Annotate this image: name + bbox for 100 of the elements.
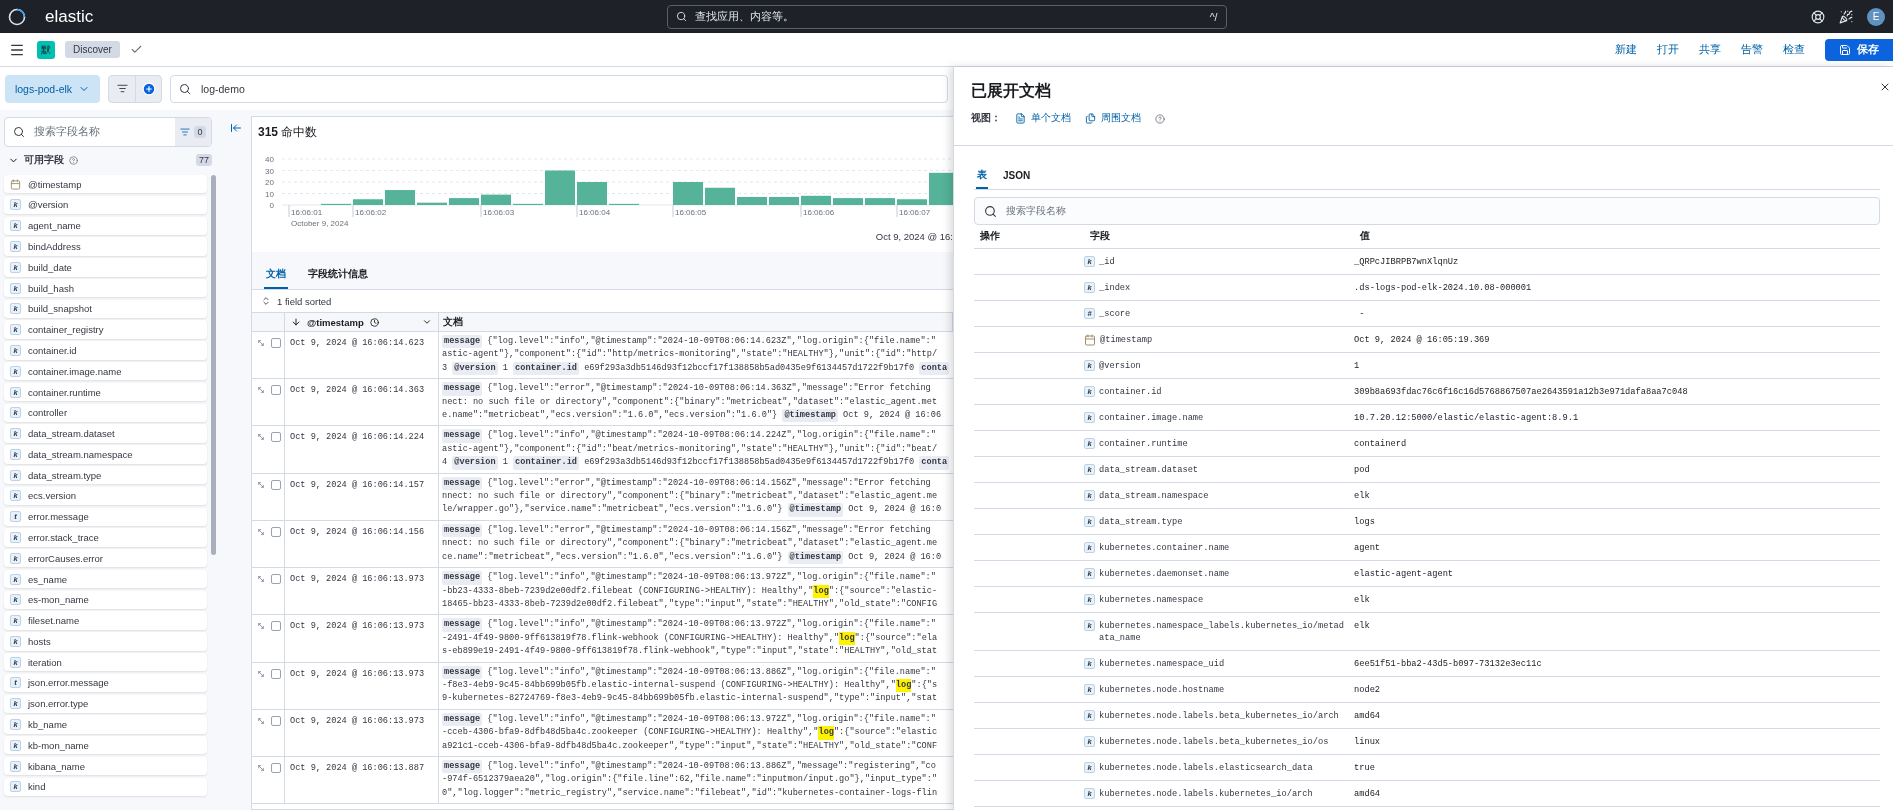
nav-link[interactable]: 告警 bbox=[1741, 42, 1763, 57]
logo-icon[interactable] bbox=[8, 7, 26, 26]
histogram-bar[interactable] bbox=[481, 194, 511, 205]
highlighted-match: log bbox=[895, 678, 912, 693]
row-checkbox[interactable] bbox=[271, 668, 281, 679]
row-checkbox[interactable] bbox=[271, 715, 281, 726]
field-search-field[interactable]: 搜索字段名称 bbox=[5, 125, 175, 139]
column-header[interactable]: @timestamp bbox=[307, 316, 364, 328]
sort-icon[interactable] bbox=[261, 296, 271, 306]
documents-icon bbox=[1085, 113, 1096, 124]
expand-icon[interactable] bbox=[257, 574, 265, 585]
sort-descending-icon[interactable] bbox=[291, 317, 301, 327]
data-view-picker[interactable]: logs-pod-elk bbox=[5, 74, 100, 103]
field-name-tag: @version bbox=[452, 456, 498, 470]
field-name: kubernetes.daemonset.name bbox=[1099, 568, 1230, 580]
timestamp-cell-text: Oct 9, 2024 @ 16:06:14.224 bbox=[290, 431, 425, 443]
row-checkbox[interactable] bbox=[271, 479, 281, 490]
timestamp-cell-text: Oct 9, 2024 @ 16:06:14.623 bbox=[290, 337, 425, 348]
row-checkbox[interactable] bbox=[271, 621, 281, 632]
histogram-bar[interactable] bbox=[353, 199, 383, 205]
row-checkbox[interactable] bbox=[271, 574, 281, 585]
field-name: container.runtime bbox=[1099, 438, 1188, 450]
field-value: 309b8a693fdac76c6f16c16d5768867507ae2643591a12b3e971dafa8aa7c048 bbox=[1354, 386, 1689, 398]
timestamp-cell-text: Oct 9, 2024 @ 16:06:13.973 bbox=[290, 620, 425, 632]
field-name-tag: message bbox=[442, 712, 483, 727]
row-checkbox[interactable] bbox=[271, 338, 281, 348]
search-field[interactable]: 查找应用、内容等。 ^/ bbox=[666, 4, 1227, 29]
field-name-tag: message bbox=[442, 618, 483, 632]
field-name: container.image.name bbox=[1099, 412, 1204, 424]
row-checkbox[interactable] bbox=[271, 526, 281, 537]
section-title: 可用字段 bbox=[24, 153, 64, 167]
close-icon[interactable] bbox=[1879, 81, 1891, 93]
collapse-icon[interactable] bbox=[229, 122, 242, 134]
space-avatar[interactable]: 默 bbox=[37, 40, 55, 59]
document-text: Oct 9, 2024 @ 16:06 bbox=[842, 409, 942, 423]
expand-icon[interactable] bbox=[257, 338, 265, 348]
document-text: nnect: no such file or directory","component":{"binary":"metricbeat","dataset":"elastic_agent.me bbox=[442, 537, 938, 551]
row-checkbox[interactable] bbox=[271, 762, 281, 773]
row-checkbox[interactable] bbox=[271, 432, 281, 443]
column-header[interactable]: 文档 bbox=[443, 315, 463, 329]
expand-icon[interactable] bbox=[257, 668, 265, 679]
axis-label: October 9, 2024 bbox=[291, 219, 349, 228]
query-field[interactable]: log-demo bbox=[170, 74, 948, 103]
histogram-bar[interactable] bbox=[737, 196, 767, 205]
document-text: nect: no such file or directory","component":{"binary":"metricbeat","dataset":"elastic_agent.met bbox=[442, 395, 938, 409]
axis-label: 16:06:01 bbox=[291, 208, 323, 217]
field-name: _id bbox=[1099, 256, 1115, 268]
nav-link[interactable]: 检查 bbox=[1783, 42, 1805, 57]
clock-icon bbox=[369, 317, 379, 327]
chevron-down-icon[interactable] bbox=[422, 317, 432, 327]
document-text: {"log.level":"info","@timestamp":"2024-10-09T08:06:13.972Z","log.origin":{"file.name":" bbox=[486, 618, 936, 632]
expand-icon[interactable] bbox=[257, 432, 265, 443]
document-text: e69f293a3db5146d93f12bccf17f138858b5ad0435e9f6134457d1722f9b17f0 bbox=[583, 456, 916, 470]
expand-icon[interactable] bbox=[257, 479, 265, 490]
expand-icon[interactable] bbox=[257, 526, 265, 537]
tab[interactable]: 表 bbox=[976, 166, 988, 189]
field-filter-button[interactable]: 0 bbox=[175, 118, 211, 146]
filter-icon bbox=[180, 127, 191, 137]
tab[interactable]: 字段统计信息 bbox=[306, 262, 370, 289]
party-popper-icon[interactable] bbox=[1839, 9, 1853, 24]
view-link[interactable]: 周围文档 bbox=[1085, 112, 1141, 125]
histogram-bar[interactable] bbox=[705, 187, 735, 205]
histogram-bar[interactable] bbox=[769, 196, 799, 205]
scrollbar-thumb[interactable] bbox=[211, 175, 216, 555]
nav-link[interactable]: 打开 bbox=[1657, 42, 1679, 57]
expand-icon[interactable] bbox=[257, 762, 265, 773]
document-text: {"log.level":"info","@timestamp":"2024-10-09T08:06:13.972Z","log.origin":{"file.name":" bbox=[486, 571, 936, 585]
save-button[interactable]: 保存 bbox=[1825, 38, 1893, 61]
search-icon bbox=[984, 204, 997, 218]
axis-label: 30 bbox=[265, 166, 274, 176]
histogram-bar[interactable] bbox=[417, 202, 447, 205]
expand-icon[interactable] bbox=[257, 385, 265, 396]
expand-icon[interactable] bbox=[257, 715, 265, 726]
axis-label: 40 bbox=[265, 155, 274, 164]
breadcrumb[interactable]: Discover bbox=[65, 41, 120, 58]
document-text: e69f293a3db5146d93f12bccf17f138858b5ad0435e9f6134457d1722f9b17f0 bbox=[583, 361, 916, 375]
plus-icon bbox=[141, 81, 156, 96]
field-value: .ds-logs-pod-elk-2024.10.08-000001 bbox=[1354, 282, 1533, 294]
document-text: 18465-bb23-4333-8beb-7239d2e00df2.filebeat","type":"input","state":"HEALTHY","old_state":"CONFIG bbox=[442, 597, 938, 611]
row-checkbox[interactable] bbox=[271, 385, 281, 396]
nav-link[interactable]: 共享 bbox=[1699, 42, 1721, 57]
field-name: kubernetes.node.labels.beta_kubernetes_io/arch bbox=[1099, 710, 1339, 722]
field-search-field[interactable]: 搜索字段名称 bbox=[974, 197, 1880, 225]
histogram-bar[interactable] bbox=[897, 199, 927, 205]
column-header: 操作 bbox=[979, 229, 1001, 243]
field-name-tag: container.id bbox=[513, 456, 579, 470]
field-name-tag: message bbox=[442, 523, 483, 538]
document-text: -974f-6512379aea20","log.origin":{"file.line":62,"file.name":"inputmon/input.go"},"input_type":" bbox=[442, 773, 938, 787]
histogram-bar[interactable] bbox=[801, 195, 831, 205]
document-text: ":{"s bbox=[911, 678, 938, 692]
highlighted-match: log bbox=[818, 726, 834, 740]
document-text: 3 bbox=[442, 361, 449, 375]
view-link[interactable]: 单个文档 bbox=[1015, 112, 1071, 125]
expand-icon[interactable] bbox=[257, 621, 265, 632]
histogram-bar[interactable] bbox=[545, 170, 575, 205]
tab[interactable]: JSON bbox=[1002, 166, 1032, 189]
column-header: 字段 bbox=[1089, 229, 1111, 243]
nav-link[interactable]: 新建 bbox=[1615, 42, 1637, 57]
tab[interactable]: 文档 bbox=[264, 262, 288, 289]
field-list-item[interactable]: @timestamp bbox=[4, 175, 207, 194]
